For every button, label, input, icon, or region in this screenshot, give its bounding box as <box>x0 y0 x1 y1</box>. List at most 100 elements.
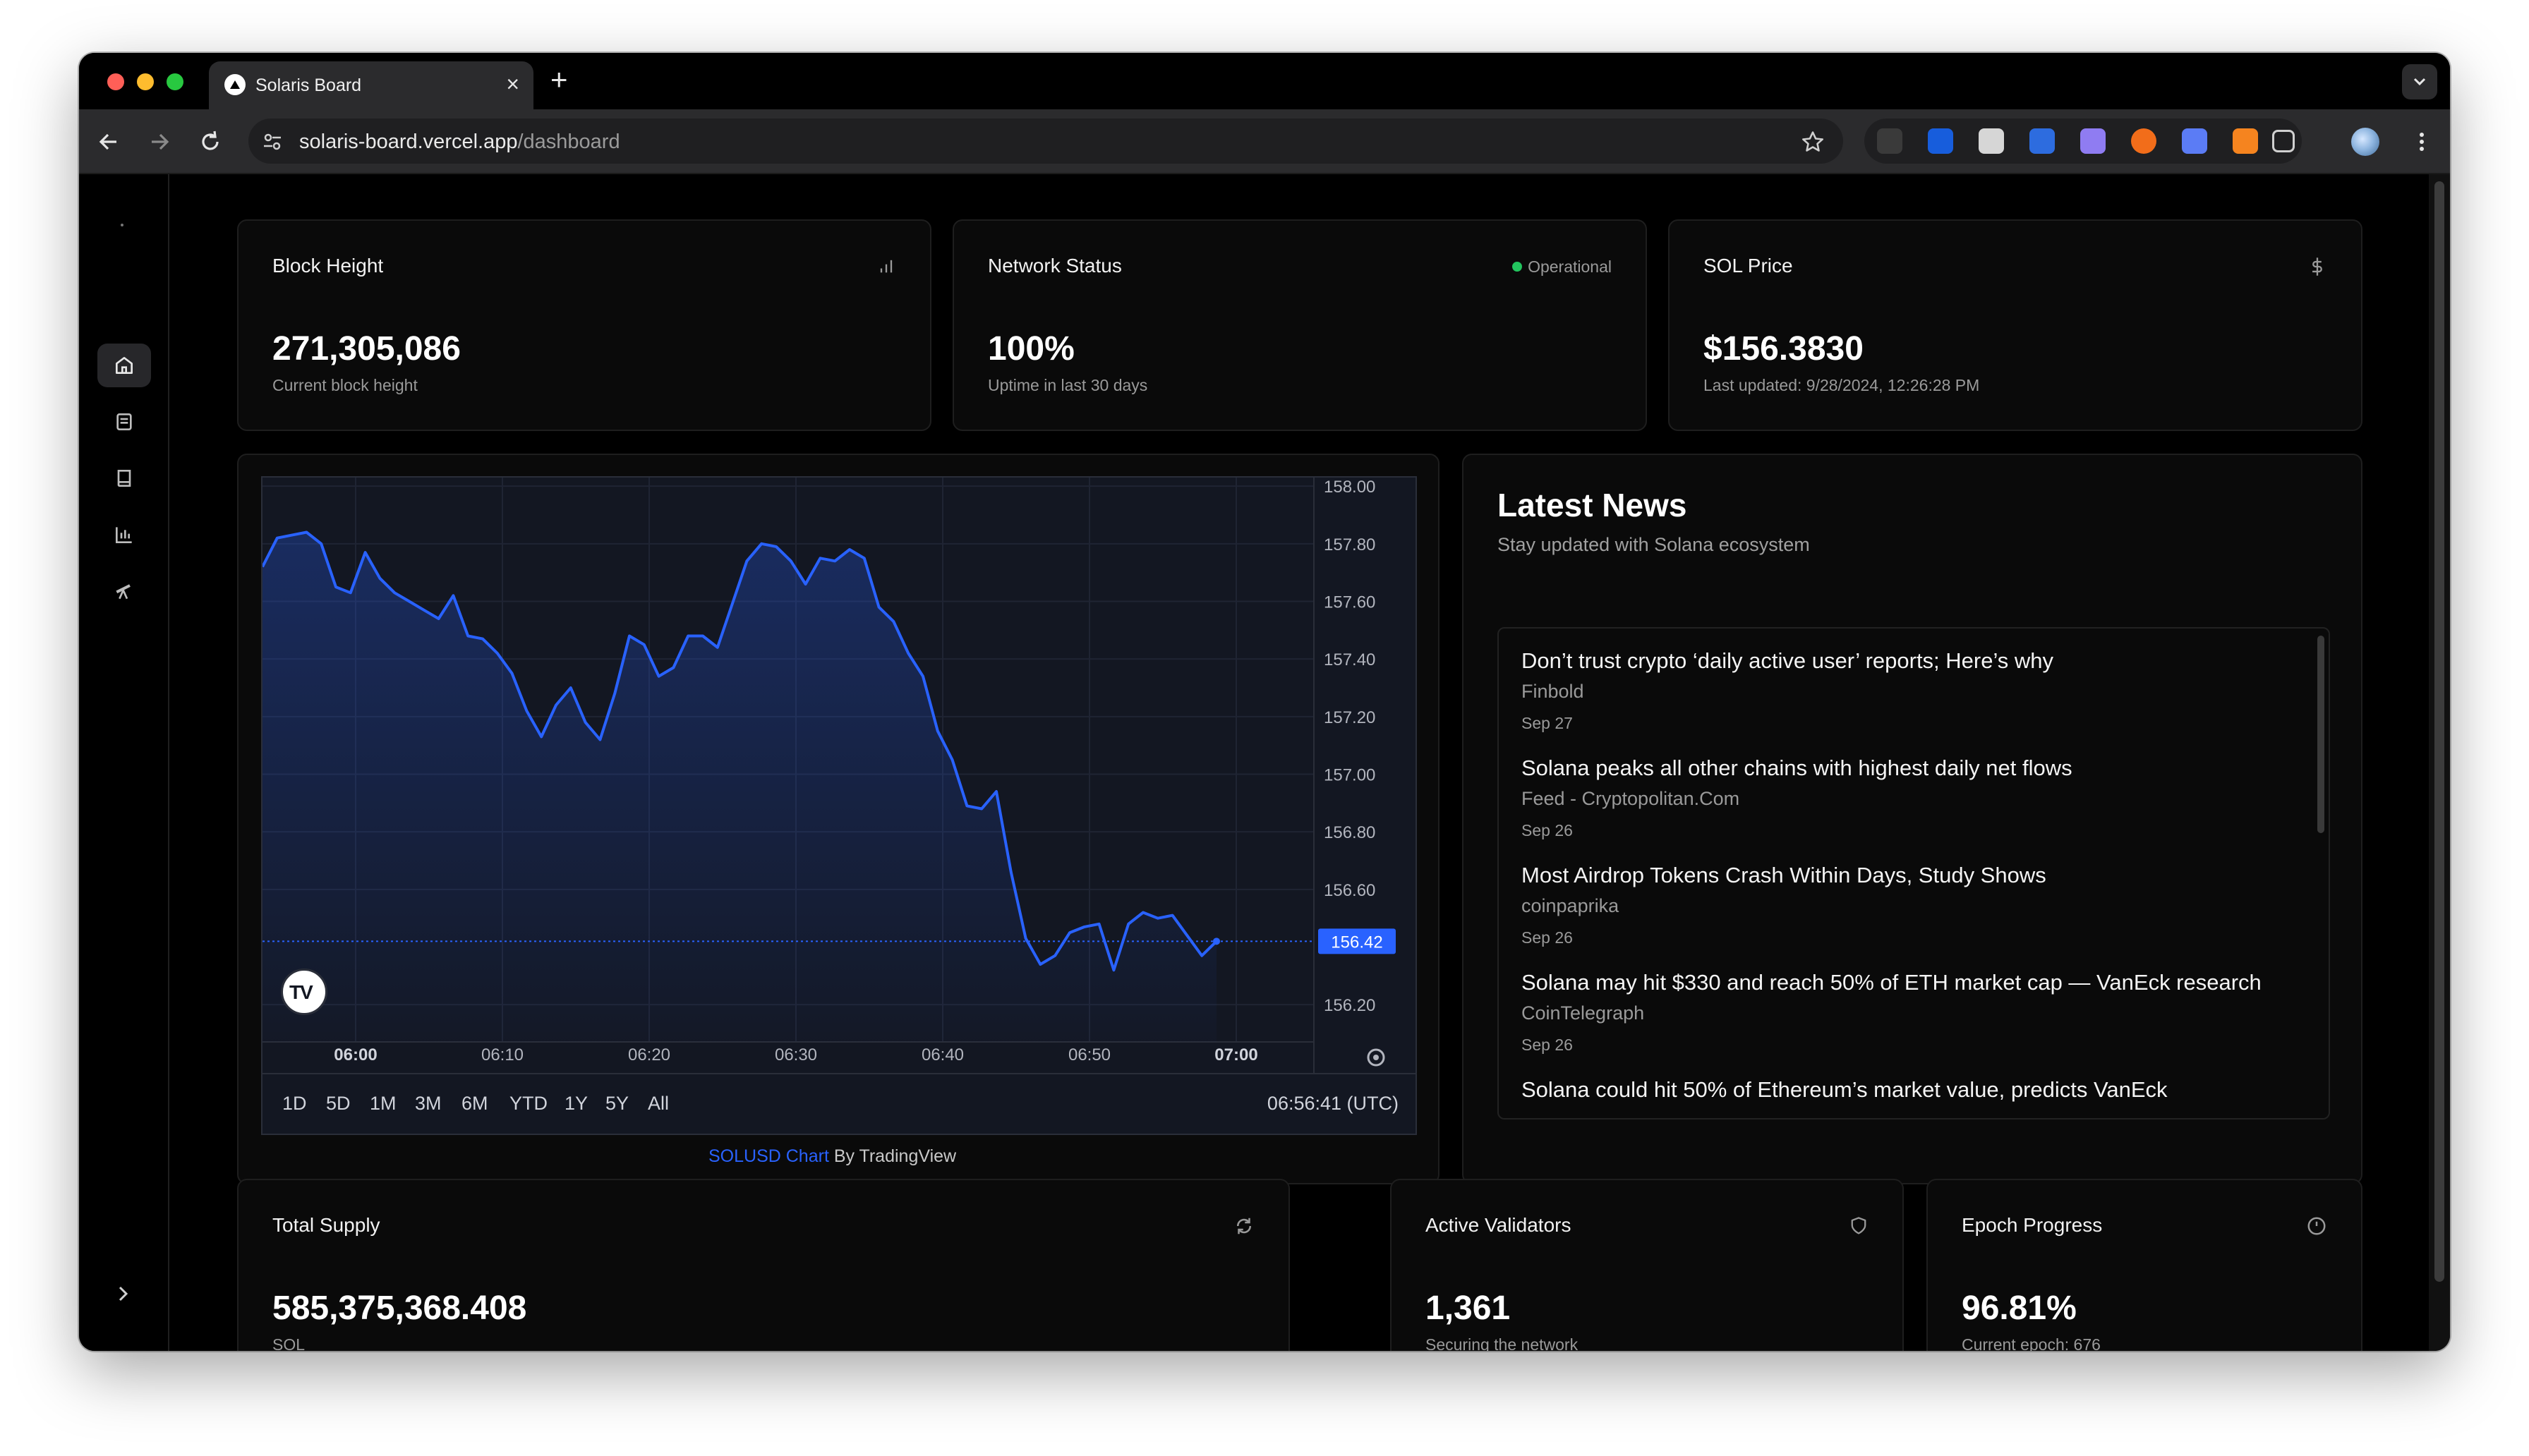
y-tick-label: 156.60 <box>1324 881 1375 900</box>
clock-icon <box>2307 1217 2326 1235</box>
dollar-icon <box>2312 257 2322 276</box>
more-vertical-icon <box>2420 133 2424 151</box>
bar-chart-icon <box>880 260 893 273</box>
news-source: Feed - Cryptopolitan.Com <box>1521 788 1740 809</box>
y-tick-label: 157.40 <box>1324 650 1375 669</box>
telescope-icon <box>116 584 131 600</box>
phantom-extension-icon[interactable] <box>2080 128 2106 154</box>
card-subtitle: Current epoch: 676 <box>1962 1335 2101 1351</box>
address-bar[interactable]: solaris-board.vercel.app/dashboard <box>248 119 1843 164</box>
network-status-card: Network Status Operational 100% Uptime i… <box>953 219 1647 431</box>
title-bar: Solaris Board × + <box>79 53 2450 109</box>
browser-window: Solaris Board × + solaris-board.vercel.a… <box>79 53 2450 1351</box>
range-5d[interactable]: 5D <box>326 1093 351 1115</box>
news-item[interactable]: Solana may hit $330 and reach 50% of ETH… <box>1521 970 2262 1055</box>
news-source: CoinTelegraph <box>1521 1002 1645 1024</box>
new-tab-button[interactable]: + <box>550 63 568 97</box>
last-price-dot <box>1213 938 1220 945</box>
attribution-text: By TradingView <box>828 1146 957 1166</box>
browser-menu-button[interactable] <box>2408 128 2436 156</box>
bitwarden-extension-icon[interactable] <box>1928 128 1953 154</box>
close-tab-icon[interactable]: × <box>506 71 519 97</box>
range-all[interactable]: All <box>648 1093 669 1115</box>
block-height-card: Block Height 271,305,086 Current block h… <box>237 219 931 431</box>
forward-button[interactable] <box>145 128 174 156</box>
close-window-button[interactable] <box>107 73 124 90</box>
sidebar-item-docs[interactable] <box>97 456 151 500</box>
tradingview-chart[interactable]: 158.00 157.80 157.60 157.40 157.20 157.00 156.… <box>261 476 1417 1135</box>
y-tick-label: 157.20 <box>1324 708 1375 727</box>
expand-sidebar-icon[interactable] <box>116 1282 131 1306</box>
card-subtitle: Securing the network <box>1425 1335 1579 1351</box>
epoch-progress-value: 96.81% <box>1962 1290 2077 1327</box>
news-headline[interactable]: Don’t trust crypto ‘daily active user’ r… <box>1521 648 2053 674</box>
extensions-area <box>1864 119 2302 164</box>
chart-icon <box>116 527 132 543</box>
x-tick-label: 06:30 <box>775 1045 817 1064</box>
range-ytd[interactable]: YTD <box>509 1093 548 1115</box>
play-extension-icon[interactable] <box>1979 128 2004 154</box>
sidebar-item-home[interactable] <box>97 344 151 387</box>
tradingview-logo[interactable]: TV <box>281 969 327 1015</box>
range-6m[interactable]: 6M <box>461 1093 488 1115</box>
shield-icon <box>1851 1217 1866 1234</box>
card-subtitle: Uptime in last 30 days <box>988 376 1148 394</box>
extensions-puzzle-icon[interactable] <box>2272 130 2295 152</box>
news-scrollbar[interactable] <box>2317 636 2324 833</box>
news-item[interactable]: Don’t trust crypto ‘daily active user’ r… <box>1521 648 2053 733</box>
card-label: Block Height <box>272 255 384 277</box>
news-date: Sep 26 <box>1521 928 1573 947</box>
y-tick-label: 156.20 <box>1324 996 1375 1015</box>
maximize-window-button[interactable] <box>167 73 183 90</box>
x-tick-label: 07:00 <box>1214 1045 1257 1064</box>
sidebar-item-explore[interactable] <box>97 569 151 613</box>
site-settings-icon[interactable] <box>262 133 282 151</box>
sidebar-item-analytics[interactable] <box>97 513 151 557</box>
glasses-extension-icon[interactable] <box>1877 128 1902 154</box>
page-scroll-thumb[interactable] <box>2434 181 2444 1282</box>
news-item[interactable]: Solana peaks all other chains with highe… <box>1521 756 2072 840</box>
metamask-extension-icon[interactable] <box>2233 128 2258 154</box>
chart-settings-icon-center <box>1373 1055 1379 1060</box>
news-subtitle: Stay updated with Solana ecosystem <box>1497 534 1810 555</box>
sidebar-item-news[interactable] <box>97 400 151 444</box>
sparkle-extension-icon[interactable] <box>2131 128 2156 154</box>
reload-button[interactable] <box>196 128 224 156</box>
card-label: Active Validators <box>1425 1214 1571 1236</box>
news-headline[interactable]: Solana may hit $330 and reach 50% of ETH… <box>1521 970 2262 995</box>
bookmark-star-icon[interactable] <box>1801 130 1825 154</box>
news-item[interactable]: Solana could hit 50% of Ethereum’s marke… <box>1521 1077 2168 1103</box>
arrow-left-icon <box>99 133 116 150</box>
x-tick-label: 06:40 <box>922 1045 964 1064</box>
news-item[interactable]: Most Airdrop Tokens Crash Within Days, S… <box>1521 863 2046 947</box>
home-icon <box>116 357 133 374</box>
solusd-chart-link[interactable]: SOLUSD Chart <box>708 1146 829 1166</box>
book-icon <box>117 470 131 487</box>
news-headline[interactable]: Solana peaks all other chains with highe… <box>1521 756 2072 781</box>
news-headline[interactable]: Most Airdrop Tokens Crash Within Days, S… <box>1521 863 2046 888</box>
range-3m[interactable]: 3M <box>415 1093 442 1115</box>
refresh-icon[interactable] <box>1233 1215 1255 1237</box>
range-1m[interactable]: 1M <box>370 1093 397 1115</box>
tab-search-button[interactable] <box>2402 64 2437 99</box>
page-scrollbar[interactable] <box>2429 174 2450 1351</box>
range-1d[interactable]: 1D <box>282 1093 307 1115</box>
range-1y[interactable]: 1Y <box>565 1093 588 1115</box>
chevron-down-icon <box>2413 78 2426 86</box>
card-label: Network Status <box>988 255 1122 277</box>
sol-price-value: $156.3830 <box>1703 330 1864 368</box>
card-label: Total Supply <box>272 1214 380 1236</box>
price-chart[interactable]: 158.00 157.80 157.60 157.40 157.20 157.00 156.… <box>262 478 1416 1073</box>
back-button[interactable] <box>95 128 123 156</box>
profile-avatar[interactable] <box>2351 128 2379 156</box>
x-tick-label: 06:20 <box>628 1045 670 1064</box>
news-list[interactable]: Don’t trust crypto ‘daily active user’ r… <box>1497 627 2330 1120</box>
news-headline[interactable]: Solana could hit 50% of Ethereum’s marke… <box>1521 1077 2168 1103</box>
epoch-progress-card: Epoch Progress 96.81% Current epoch: 676 <box>1926 1179 2362 1351</box>
tab-solaris-board[interactable]: Solaris Board × <box>209 61 533 109</box>
minimize-window-button[interactable] <box>137 73 154 90</box>
rabby-extension-icon[interactable] <box>2182 128 2207 154</box>
x-tick-label: 06:00 <box>334 1045 377 1064</box>
translate-extension-icon[interactable] <box>2029 128 2055 154</box>
range-5y[interactable]: 5Y <box>605 1093 629 1115</box>
